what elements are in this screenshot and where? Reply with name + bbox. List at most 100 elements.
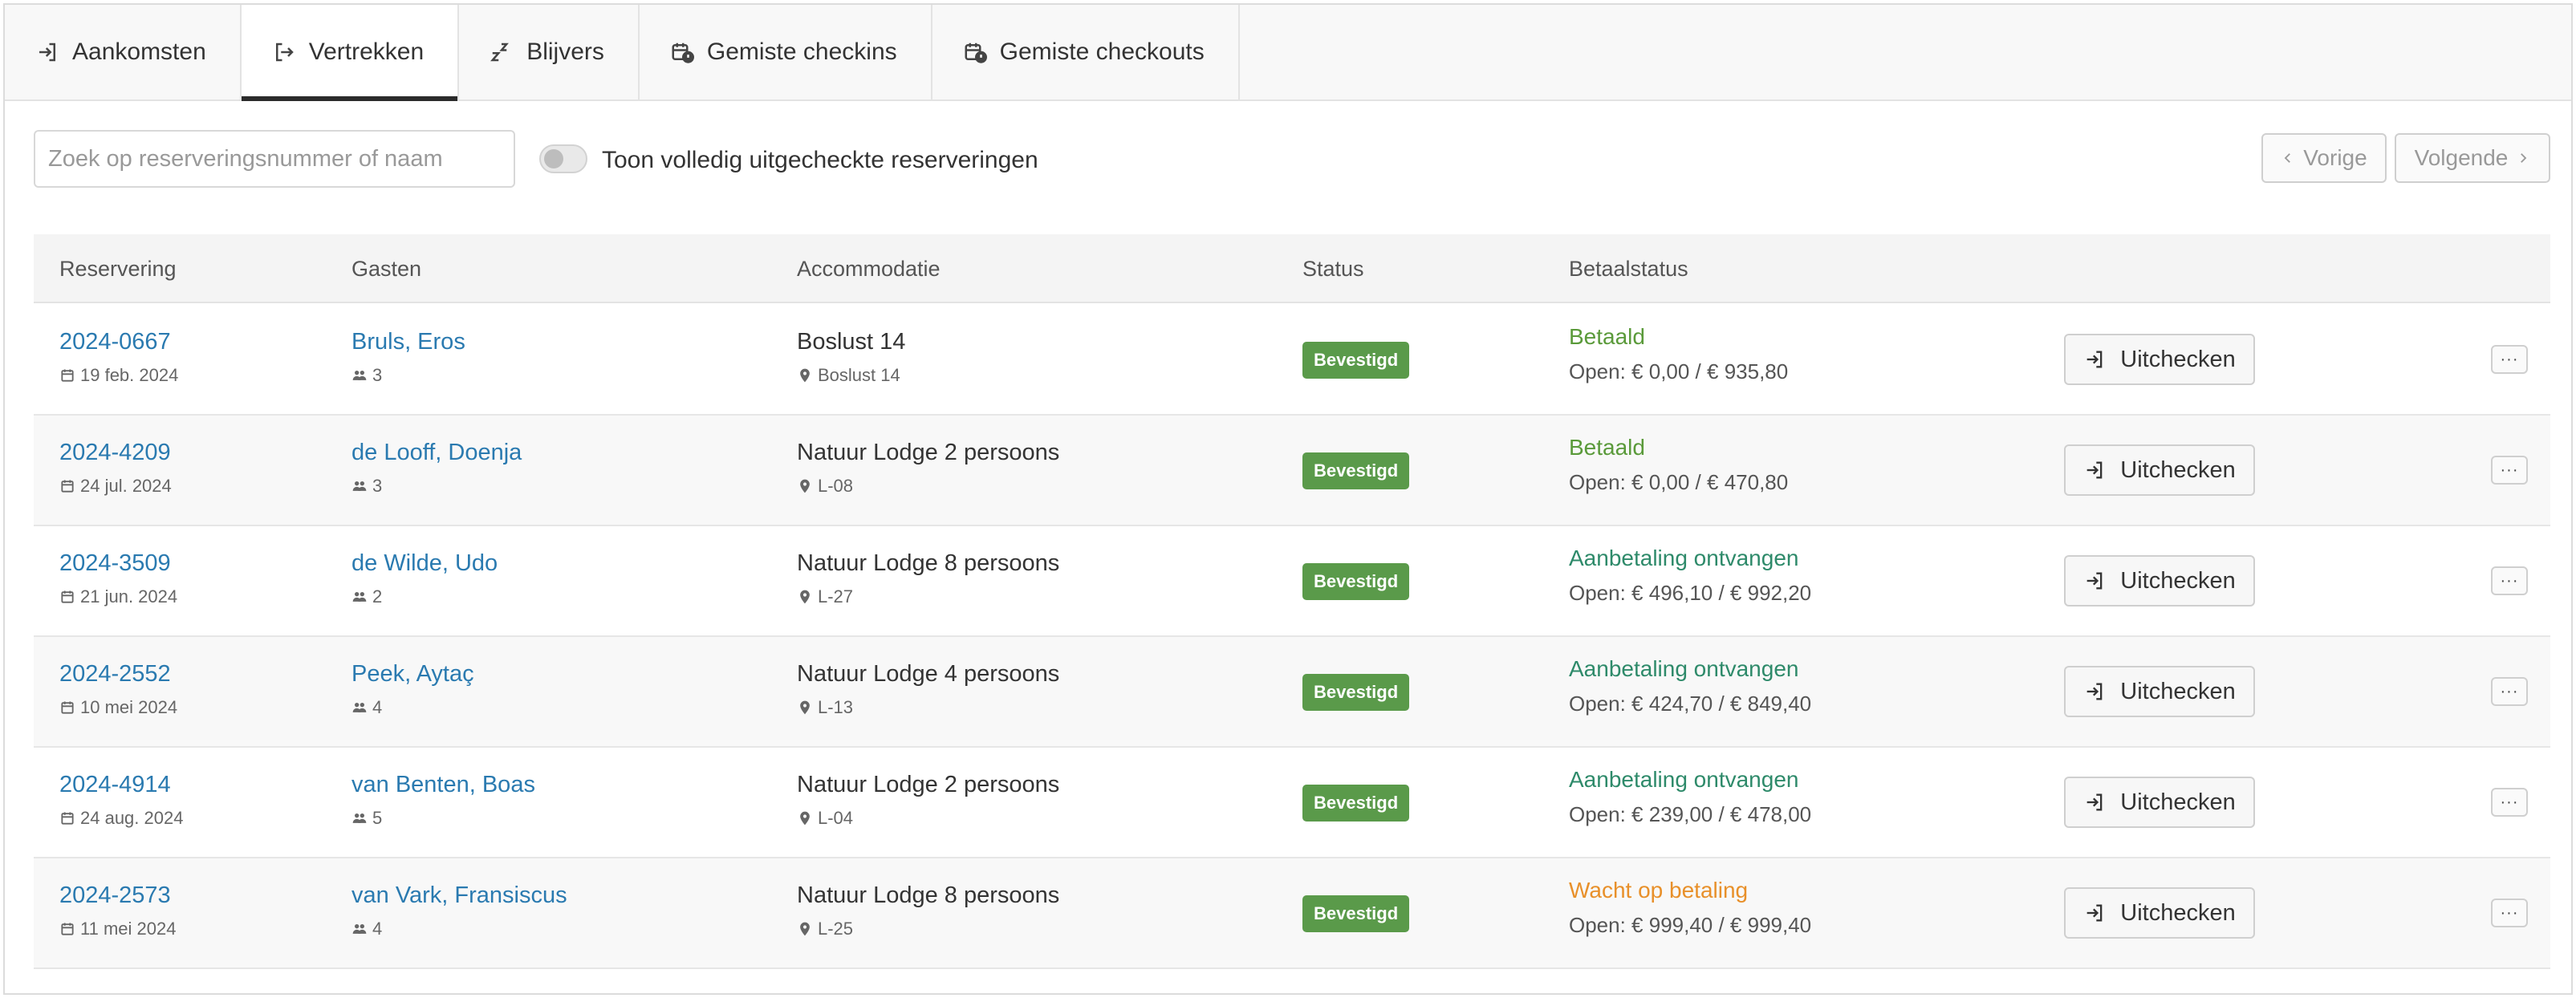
- reservation-number-link[interactable]: 2024-2573: [59, 882, 176, 909]
- tab-gemiste-checkouts[interactable]: Gemiste checkouts: [932, 5, 1240, 99]
- reservation-date: 11 mei 2024: [59, 919, 176, 939]
- more-options-button[interactable]: ···: [2491, 566, 2528, 595]
- reservation-date: 19 feb. 2024: [59, 365, 178, 386]
- guest-name-link[interactable]: Peek, Aytaç: [351, 661, 474, 688]
- reservation-number-link[interactable]: 2024-3509: [59, 550, 177, 577]
- departures-panel: Aankomsten Vertrekken Blijvers Gemiste c…: [3, 3, 2573, 995]
- payment-cell: Aanbetaling ontvangen Open: € 424,70 / € …: [1569, 656, 1811, 716]
- more-options-button[interactable]: ···: [2491, 899, 2528, 927]
- sign-out-icon: [275, 43, 294, 62]
- guest-count-text: 3: [372, 365, 383, 385]
- checkout-label: Uitchecken: [2120, 789, 2236, 815]
- status-cell: Bevestigd: [1302, 342, 1410, 379]
- date-text: 24 jul. 2024: [80, 476, 172, 496]
- payment-cell: Aanbetaling ontvangen Open: € 496,10 / € …: [1569, 546, 1811, 606]
- checkout-button[interactable]: Uitchecken: [2064, 444, 2255, 496]
- reservation-number-link[interactable]: 2024-2552: [59, 661, 177, 688]
- accommodation-cell: Natuur Lodge 2 persoons L-08: [797, 440, 1059, 497]
- status-badge: Bevestigd: [1302, 342, 1410, 379]
- tab-vertrekken[interactable]: Vertrekken: [241, 5, 460, 101]
- table-row: 2024-3509 21 jun. 2024 de Wilde, Udo 2 Natuu…: [34, 526, 2550, 637]
- ellipsis-icon: ···: [2500, 793, 2519, 811]
- checkout-button[interactable]: Uitchecken: [2064, 777, 2255, 828]
- checkout-label: Uitchecken: [2120, 567, 2236, 594]
- map-marker-icon: [800, 590, 810, 604]
- column-header-betaalstatus[interactable]: Betaalstatus: [1569, 257, 1688, 282]
- checkout-button[interactable]: Uitchecken: [2064, 887, 2255, 939]
- guest-count-text: 4: [372, 697, 383, 717]
- accommodation-cell: Natuur Lodge 8 persoons L-25: [797, 882, 1059, 939]
- reservation-cell: 2024-2552 10 mei 2024: [59, 661, 177, 718]
- tab-aankomsten[interactable]: Aankomsten: [5, 5, 242, 99]
- column-header-accommodatie[interactable]: Accommodatie: [797, 257, 941, 282]
- table-row: 2024-4209 24 jul. 2024 de Looff, Doenja 3 Na…: [34, 416, 2550, 526]
- accommodation-name: Boslust 14: [797, 329, 906, 355]
- guest-cell: Peek, Aytaç 4: [351, 661, 474, 718]
- accommodation-cell: Natuur Lodge 8 persoons L-27: [797, 550, 1059, 607]
- users-icon: [352, 813, 367, 823]
- guest-count-text: 4: [372, 919, 383, 939]
- guest-cell: de Wilde, Udo 2: [351, 550, 498, 607]
- users-icon: [352, 481, 367, 491]
- tab-blijvers[interactable]: Blijvers: [459, 5, 640, 99]
- column-header-reservering[interactable]: Reservering: [59, 257, 177, 282]
- sign-out-icon: [2086, 572, 2103, 590]
- reservation-number-link[interactable]: 2024-4914: [59, 772, 183, 798]
- payment-status: Betaald: [1569, 435, 1645, 460]
- search-input[interactable]: [34, 130, 515, 188]
- guest-name-link[interactable]: de Wilde, Udo: [351, 550, 498, 577]
- guest-name-link[interactable]: van Vark, Fransiscus: [351, 882, 567, 909]
- reservation-date: 10 mei 2024: [59, 697, 177, 718]
- table-row: 2024-4914 24 aug. 2024 van Benten, Boas 5 Na…: [34, 748, 2550, 858]
- sign-out-icon: [2086, 793, 2103, 811]
- more-options-button[interactable]: ···: [2491, 788, 2528, 817]
- more-options-button[interactable]: ···: [2491, 456, 2528, 485]
- checkout-label: Uitchecken: [2120, 456, 2236, 483]
- guest-name-link[interactable]: van Benten, Boas: [351, 772, 535, 798]
- next-page-button[interactable]: Volgende: [2395, 133, 2550, 183]
- checkout-button[interactable]: Uitchecken: [2064, 666, 2255, 717]
- sign-in-icon: [39, 43, 55, 62]
- status-cell: Bevestigd: [1302, 785, 1410, 822]
- payment-cell: Betaald Open: € 0,00 / € 470,80: [1569, 435, 1788, 495]
- reservation-number-link[interactable]: 2024-4209: [59, 440, 172, 466]
- reservation-number-link[interactable]: 2024-0667: [59, 329, 178, 355]
- tab-gemiste-checkins[interactable]: Gemiste checkins: [640, 5, 932, 99]
- more-options-button[interactable]: ···: [2491, 345, 2528, 374]
- guest-count: 4: [351, 697, 474, 718]
- column-header-gasten[interactable]: Gasten: [351, 257, 421, 282]
- checkout-button[interactable]: Uitchecken: [2064, 334, 2255, 385]
- payment-cell: Aanbetaling ontvangen Open: € 239,00 / € …: [1569, 767, 1811, 827]
- status-cell: Bevestigd: [1302, 674, 1410, 711]
- status-cell: Bevestigd: [1302, 452, 1410, 489]
- more-options-button[interactable]: ···: [2491, 677, 2528, 706]
- checkout-label: Uitchecken: [2120, 346, 2236, 372]
- checkout-button[interactable]: Uitchecken: [2064, 555, 2255, 607]
- previous-page-button[interactable]: Vorige: [2261, 133, 2387, 183]
- table-row: 2024-2552 10 mei 2024 Peek, Aytaç 4 Natuur L…: [34, 637, 2550, 748]
- guest-cell: de Looff, Doenja 3: [351, 440, 522, 497]
- column-header-status[interactable]: Status: [1302, 257, 1364, 282]
- guest-count-text: 3: [372, 476, 383, 496]
- accommodation-location: L-25: [797, 919, 1059, 939]
- show-checked-out-toggle[interactable]: [539, 144, 587, 173]
- reservation-cell: 2024-4914 24 aug. 2024: [59, 772, 183, 829]
- accommodation-name: Natuur Lodge 2 persoons: [797, 772, 1060, 797]
- tab-label: Vertrekken: [308, 39, 425, 65]
- status-cell: Bevestigd: [1302, 563, 1410, 600]
- sign-out-icon: [2086, 683, 2103, 700]
- guest-name-link[interactable]: de Looff, Doenja: [351, 440, 522, 466]
- sign-out-icon: [2086, 351, 2103, 368]
- guest-count-text: 5: [372, 808, 383, 828]
- guest-count: 3: [351, 476, 522, 497]
- sign-out-icon: [2086, 461, 2103, 479]
- calendar-icon: [61, 480, 74, 493]
- table-header: Reservering Gasten Accommodatie Status B…: [34, 234, 2550, 303]
- chevron-left-icon: [2284, 153, 2291, 163]
- guest-name-link[interactable]: Bruls, Eros: [351, 329, 465, 355]
- location-text: L-27: [818, 586, 854, 607]
- users-icon: [352, 924, 367, 934]
- location-text: L-13: [818, 697, 854, 717]
- payment-cell: Wacht op betaling Open: € 999,40 / € 999,…: [1569, 878, 1811, 938]
- reservation-cell: 2024-3509 21 jun. 2024: [59, 550, 177, 607]
